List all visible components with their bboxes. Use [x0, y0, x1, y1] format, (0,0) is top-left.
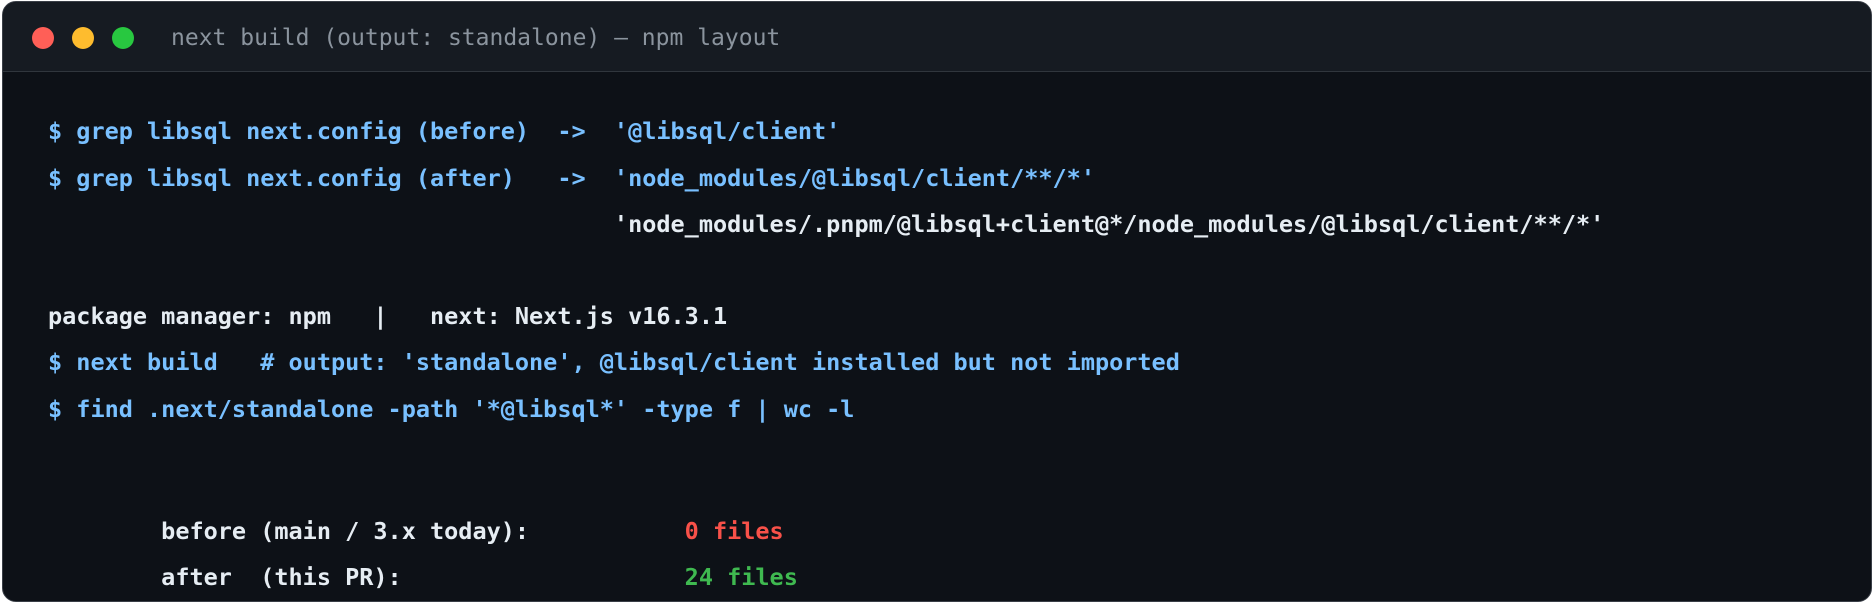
terminal-line-next-build: $ next build # output: 'standalone', @li… — [48, 348, 1180, 376]
result-after-row: after (this PR): 24 files — [48, 532, 798, 591]
minimize-window-button[interactable] — [72, 27, 94, 49]
terminal-output: $ grep libsql next.config (before) -> '@… — [3, 72, 1871, 591]
result-after-label: after (this PR): — [132, 563, 685, 591]
result-after-value: 24 files — [684, 563, 798, 591]
maximize-window-button[interactable] — [112, 27, 134, 49]
terminal-line-package-manager: package manager: npm | next: Next.js v16… — [48, 302, 728, 330]
window-title: next build (output: standalone) – npm la… — [171, 25, 781, 51]
terminal-line-grep-after-continued: 'node_modules/.pnpm/@libsql+client@*/nod… — [48, 210, 1605, 238]
close-window-button[interactable] — [32, 27, 54, 49]
terminal-line-grep-after: $ grep libsql next.config (after) -> 'no… — [48, 164, 1095, 192]
title-bar: next build (output: standalone) – npm la… — [3, 2, 1871, 72]
terminal-line-find: $ find .next/standalone -path '*@libsql*… — [48, 395, 855, 423]
terminal-line-grep-before: $ grep libsql next.config (before) -> '@… — [48, 117, 841, 145]
result-before-row: before (main / 3.x today): 0 files — [48, 486, 784, 545]
terminal-window: next build (output: standalone) – npm la… — [2, 1, 1872, 602]
